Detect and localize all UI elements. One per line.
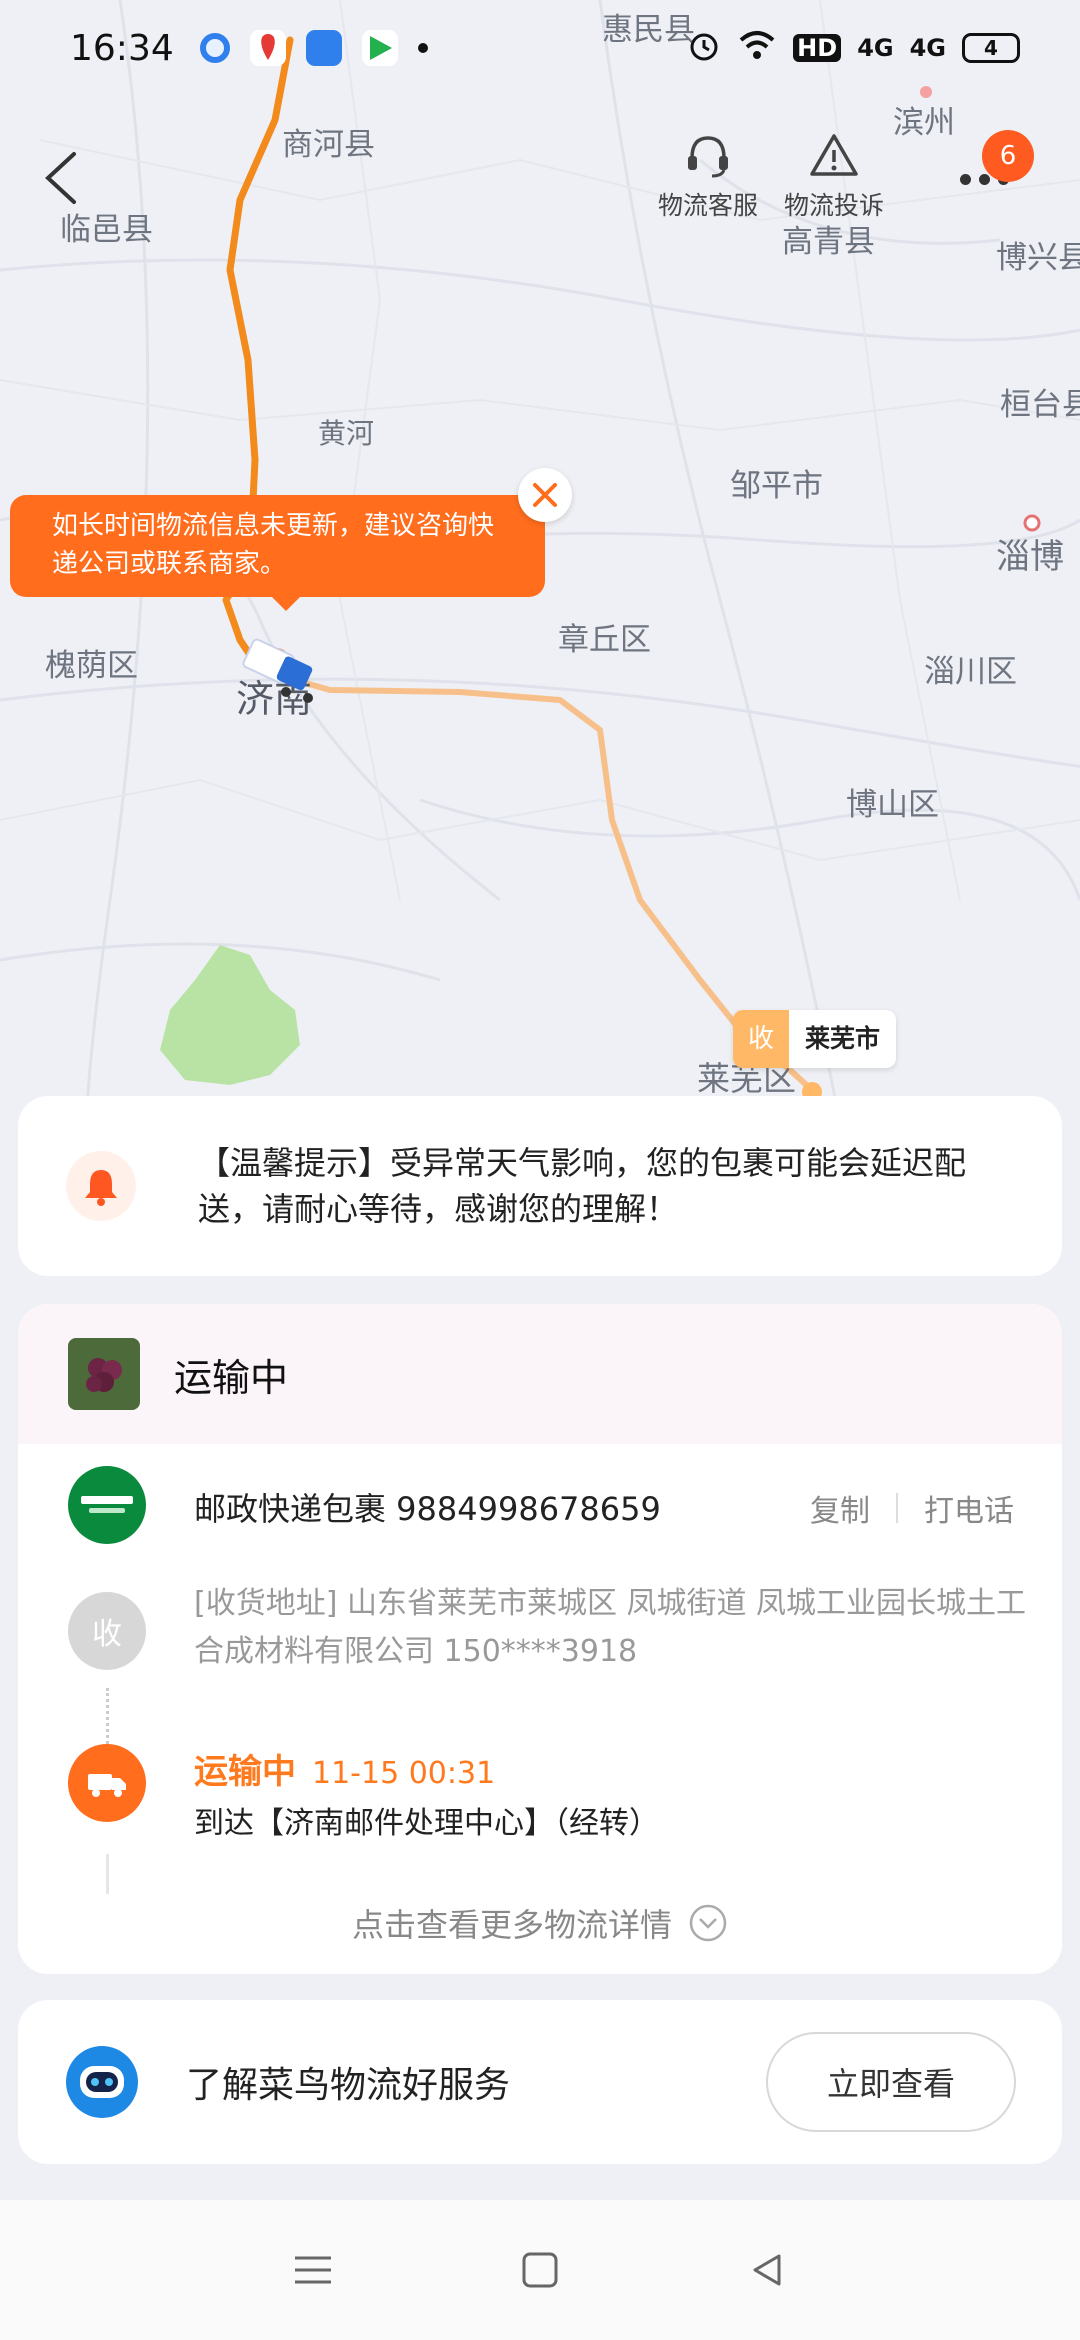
transit-time: 11-15 00:31 <box>312 1756 496 1791</box>
system-nav-bar <box>0 2200 1080 2340</box>
app-icon <box>249 30 286 66</box>
delivery-address: [收货地址] 山东省莱芜市莱城区 凤城街道 凤城工业园长城土工合成材料有限公司 … <box>194 1586 1027 1669</box>
shipment-body: 邮政快递包裹 9884998678659 复制 打电话 收 [收货地址] 山东省… <box>18 1444 1062 1974</box>
destination-name: 莱芜市 <box>789 1010 897 1068</box>
map-label: 章丘区 <box>558 622 651 658</box>
address-row: 收 [收货地址] 山东省莱芜市莱城区 凤城街道 凤城工业园长城土工合成材料有限公… <box>18 1578 1062 1688</box>
app-icon <box>199 33 230 63</box>
shipment-status-title: 运输中 <box>174 1355 289 1400</box>
signal-4g-b: 4G <box>909 34 946 62</box>
signal-4g-a: 4G <box>857 34 894 62</box>
divider <box>896 1493 898 1523</box>
bell-icon-wrap <box>66 1151 136 1221</box>
destination-label[interactable]: 收 莱芜市 <box>733 1010 897 1068</box>
clock: 16:34 <box>70 27 174 69</box>
notice-text: 【温馨提示】受异常天气影响，您的包裹可能会延迟配送，请耐心等待，感谢您的理解！ <box>198 1144 967 1228</box>
complaint-label: 物流投诉 <box>783 191 884 220</box>
tooltip-close-button[interactable] <box>518 468 572 522</box>
weather-notice-card: 【温馨提示】受异常天气影响，您的包裹可能会延迟配送，请耐心等待，感谢您的理解！ <box>18 1096 1062 1276</box>
carrier-row: 邮政快递包裹 9884998678659 复制 打电话 <box>18 1466 1062 1546</box>
battery-icon: 4 <box>962 33 1020 63</box>
transit-status: 运输中 <box>194 1752 296 1792</box>
alarm-icon <box>687 28 721 68</box>
message-badge: 6 <box>982 130 1034 182</box>
carrier-tracking: 邮政快递包裹 9884998678659 <box>194 1490 661 1528</box>
back-button[interactable] <box>36 146 96 210</box>
warning-icon <box>810 134 858 176</box>
headset-icon <box>688 136 728 178</box>
view-now-button[interactable]: 立即查看 <box>766 2032 1016 2132</box>
transit-row[interactable]: 运输中 11-15 00:31 到达【济南邮件处理中心】（经转） <box>18 1744 1062 1854</box>
timeline-connector <box>106 1688 109 1744</box>
map-label: 黄河 <box>318 417 374 450</box>
map-tooltip: 如长时间物流信息未更新，建议咨询快递公司或联系商家。 <box>10 495 545 611</box>
top-nav: 物流客服 物流投诉 6 <box>0 120 1080 240</box>
more-button[interactable]: 6 <box>950 130 1034 200</box>
cainiao-service-card: 了解菜鸟物流好服务 立即查看 <box>18 2000 1062 2164</box>
cainiao-robot-icon <box>66 2046 138 2118</box>
china-post-logo <box>68 1466 146 1544</box>
more-details-link[interactable]: 点击查看更多物流详情 <box>18 1900 1062 1946</box>
wifi-icon <box>737 28 777 68</box>
complaint-button[interactable]: 物流投诉 <box>764 130 904 240</box>
map-label: 槐荫区 <box>45 648 138 684</box>
receive-tag: 收 <box>733 1010 789 1068</box>
map-label: 淄博 <box>996 537 1064 577</box>
status-bar: 16:34 HD 4G 4G 4 <box>0 0 1080 96</box>
close-icon <box>533 483 557 507</box>
customer-service-button[interactable]: 物流客服 <box>638 130 778 240</box>
app-icon <box>361 30 398 66</box>
customer-service-label: 物流客服 <box>657 191 758 220</box>
copy-button[interactable]: 复制 <box>810 1486 870 1530</box>
shipment-card: 运输中 邮政快递包裹 9884998678659 复制 打电话 收 [收货地址]… <box>18 1304 1062 1974</box>
home-icon[interactable] <box>518 2248 562 2292</box>
tooltip-text: 如长时间物流信息未更新，建议咨询快递公司或联系商家。 <box>52 511 495 579</box>
chevron-down-icon <box>689 1904 727 1942</box>
call-button[interactable]: 打电话 <box>924 1486 1014 1530</box>
shipment-header[interactable]: 运输中 <box>18 1304 1062 1444</box>
service-text: 了解菜鸟物流好服务 <box>186 2065 511 2106</box>
map-label: 博兴县 <box>996 240 1080 276</box>
more-details-label: 点击查看更多物流详情 <box>351 1906 672 1944</box>
map-label: 邹平市 <box>730 468 823 504</box>
transit-description: 到达【济南邮件处理中心】（经转） <box>194 1806 659 1841</box>
receive-badge: 收 <box>68 1592 146 1670</box>
back-arrow-icon <box>45 152 76 204</box>
menu-icon[interactable] <box>291 2250 335 2290</box>
truck-status-icon <box>68 1744 146 1822</box>
map-label: 淄川区 <box>924 654 1017 690</box>
app-icon <box>305 30 342 66</box>
bell-icon <box>85 1170 117 1206</box>
map-label: 桓台县 <box>1000 387 1080 423</box>
product-thumbnail <box>68 1338 140 1410</box>
hd-label: HD <box>793 34 842 62</box>
map-label: 博山区 <box>846 787 939 823</box>
notification-dot-icon <box>417 43 428 53</box>
timeline-connector <box>106 1854 109 1894</box>
back-triangle-icon[interactable] <box>745 2248 789 2292</box>
